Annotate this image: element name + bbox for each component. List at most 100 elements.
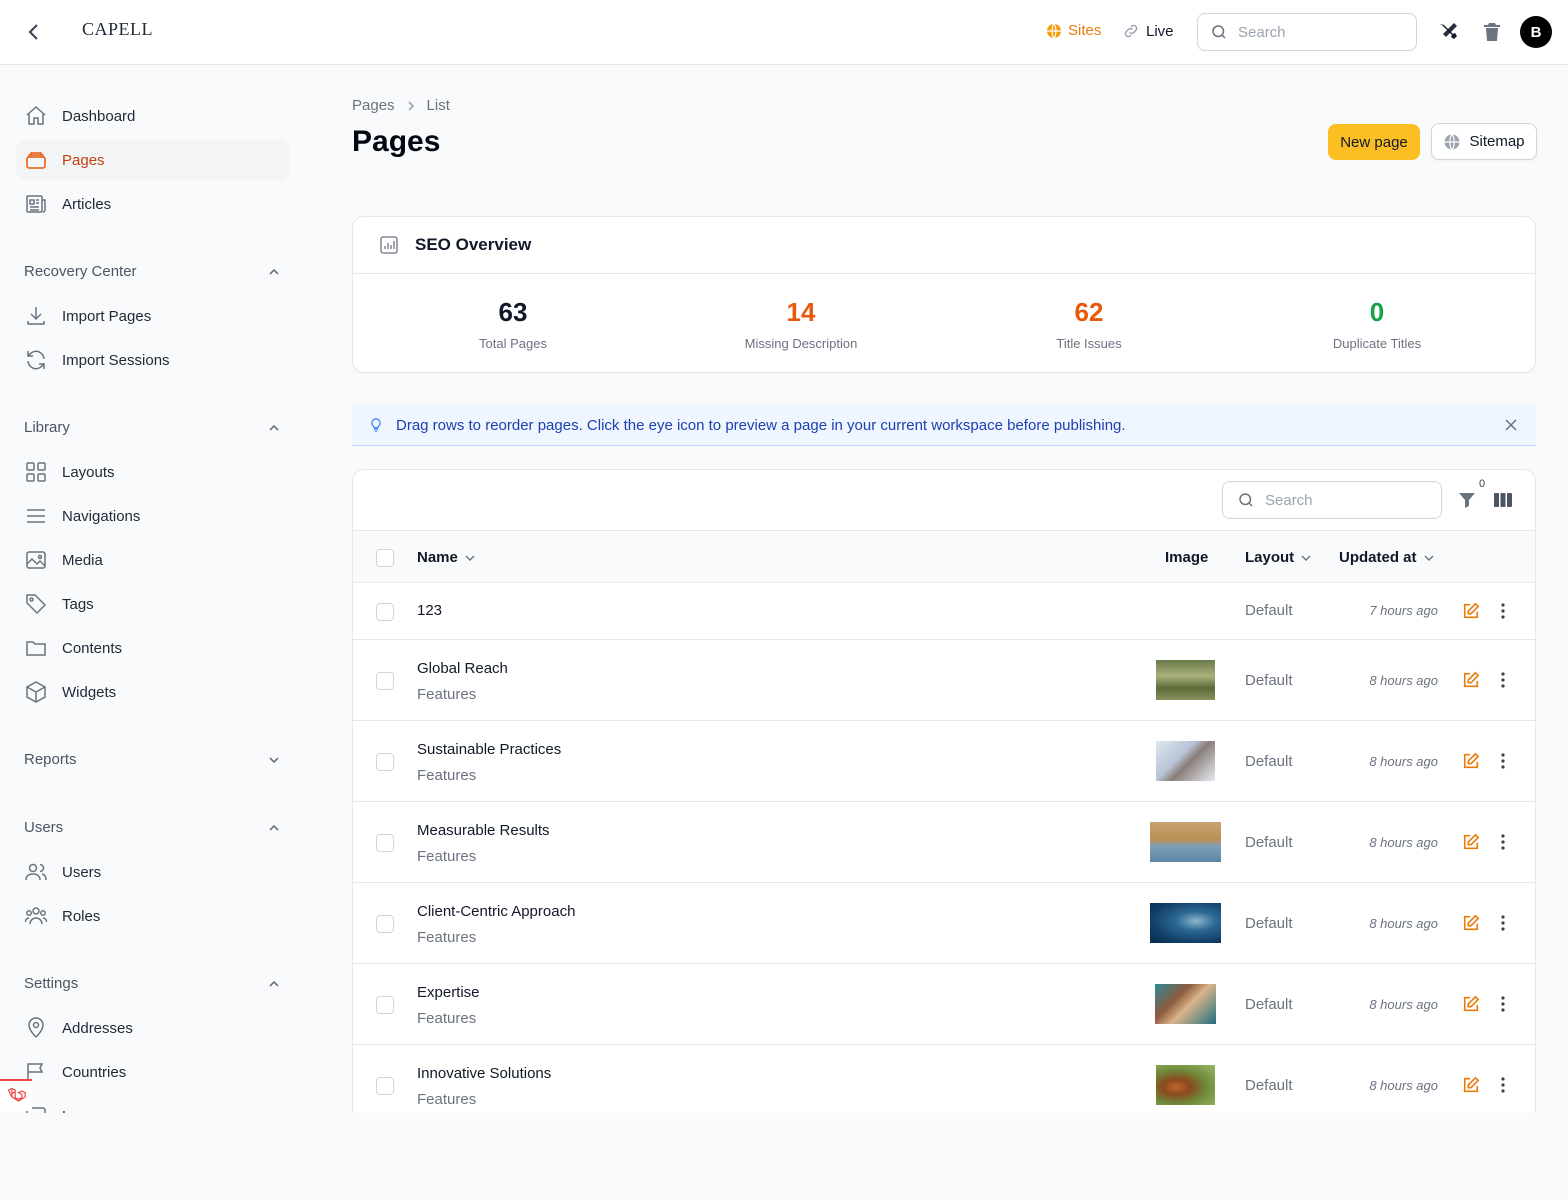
sidebar-item-tags[interactable]: Tags [16, 584, 289, 624]
page-name[interactable]: Client-Centric Approach [417, 903, 575, 920]
row-checkbox[interactable] [376, 915, 394, 933]
row-checkbox[interactable] [376, 753, 394, 771]
group-users[interactable]: Users [24, 819, 281, 836]
group-settings[interactable]: Settings [24, 975, 281, 992]
live-label: Live [1146, 22, 1174, 40]
page-name[interactable]: 123 [417, 602, 442, 619]
stat-missing-description: 14 Missing Description [657, 297, 945, 351]
app-logo[interactable]: CAPELL [82, 19, 153, 40]
sidebar-item-navigations[interactable]: Navigations [16, 496, 289, 536]
table-row[interactable]: Client-Centric Approach Features Default… [353, 883, 1535, 964]
page-layout: Default [1245, 602, 1293, 619]
seo-title: SEO Overview [415, 235, 532, 254]
back-arrow-icon[interactable] [22, 20, 46, 44]
group-library[interactable]: Library [24, 419, 281, 436]
page-name[interactable]: Expertise [417, 984, 480, 1001]
sidebar-item-media[interactable]: Media [16, 540, 289, 580]
page-name[interactable]: Sustainable Practices [417, 741, 561, 758]
global-search-input[interactable] [1238, 23, 1388, 41]
group-recovery-center[interactable]: Recovery Center [24, 263, 281, 280]
table-search[interactable] [1222, 481, 1442, 519]
edit-icon[interactable] [1462, 752, 1480, 770]
page-type: Features [417, 767, 477, 784]
filter-icon[interactable] [1457, 490, 1477, 510]
edit-icon[interactable] [1462, 833, 1480, 851]
new-page-button[interactable]: New page [1328, 124, 1420, 160]
column-updated-at[interactable]: Updated at [1339, 549, 1435, 566]
stat-duplicate-titles: 0 Duplicate Titles [1233, 297, 1521, 351]
sites-link[interactable]: Sites [1046, 22, 1101, 39]
more-vertical-icon[interactable] [1494, 914, 1512, 932]
row-checkbox[interactable] [376, 1077, 394, 1095]
edit-icon[interactable] [1462, 995, 1480, 1013]
table-row[interactable]: Global Reach Features Default 8 hours ag… [353, 640, 1535, 721]
select-all-checkbox[interactable] [376, 549, 394, 567]
page-title: Pages [352, 125, 441, 158]
edit-icon[interactable] [1462, 1076, 1480, 1094]
breadcrumb-pages[interactable]: Pages [352, 97, 395, 114]
row-checkbox[interactable] [376, 672, 394, 690]
more-vertical-icon[interactable] [1494, 671, 1512, 689]
folder-icon [26, 641, 46, 656]
sidebar-item-label: Roles [62, 907, 101, 925]
page-name[interactable]: Measurable Results [417, 822, 550, 839]
stat-label: Duplicate Titles [1332, 336, 1422, 351]
columns-icon[interactable] [1493, 490, 1513, 510]
page-name[interactable]: Innovative Solutions [417, 1065, 551, 1082]
row-checkbox[interactable] [376, 996, 394, 1014]
page-layout: Default [1245, 834, 1293, 851]
sitemap-button[interactable]: Sitemap [1431, 123, 1537, 160]
sidebar: Dashboard Pages Articles Recovery Center… [0, 65, 305, 1113]
more-vertical-icon[interactable] [1494, 833, 1512, 851]
page-updated: 8 hours ago [1369, 997, 1438, 1012]
table-row[interactable]: Sustainable Practices Features Default 8… [353, 721, 1535, 802]
group-reports[interactable]: Reports [24, 751, 281, 768]
sidebar-item-import-sessions[interactable]: Import Sessions [16, 340, 289, 380]
page-updated: 7 hours ago [1369, 603, 1438, 618]
sidebar-item-addresses[interactable]: Addresses [16, 1008, 289, 1048]
sidebar-item-pages[interactable]: Pages [16, 140, 289, 180]
tools-icon[interactable] [1436, 20, 1460, 44]
stat-label: Total Pages [479, 336, 547, 351]
sidebar-item-label: Import Sessions [62, 351, 170, 369]
sidebar-item-languages[interactable]: L [16, 1096, 289, 1113]
tag-icon [26, 594, 47, 615]
group-title: Settings [24, 975, 79, 992]
edit-icon[interactable] [1462, 914, 1480, 932]
more-vertical-icon[interactable] [1494, 602, 1512, 620]
row-checkbox[interactable] [376, 603, 394, 621]
page-name[interactable]: Global Reach [417, 660, 508, 677]
sidebar-item-widgets[interactable]: Widgets [16, 672, 289, 712]
column-name[interactable]: Name [417, 549, 476, 566]
sidebar-item-roles[interactable]: Roles [16, 896, 289, 936]
more-vertical-icon[interactable] [1494, 995, 1512, 1013]
column-image: Image [1165, 549, 1208, 566]
sidebar-item-contents[interactable]: Contents [16, 628, 289, 668]
debugbar-toggle[interactable] [0, 1079, 32, 1111]
sidebar-item-layouts[interactable]: Layouts [16, 452, 289, 492]
page-type: Features [417, 1091, 477, 1108]
sidebar-item-import-pages[interactable]: Import Pages [16, 296, 289, 336]
table-row[interactable]: 123 Default 7 hours ago [353, 583, 1535, 640]
trash-icon[interactable] [1480, 20, 1504, 44]
sidebar-item-users[interactable]: Users [16, 852, 289, 892]
sidebar-item-dashboard[interactable]: Dashboard [16, 96, 289, 136]
edit-icon[interactable] [1462, 602, 1480, 620]
global-search[interactable] [1197, 13, 1417, 51]
sidebar-item-countries[interactable]: Countries [16, 1052, 289, 1092]
table-row[interactable]: Measurable Results Features Default 8 ho… [353, 802, 1535, 883]
more-vertical-icon[interactable] [1494, 752, 1512, 770]
filter-count-badge: 0 [1479, 478, 1486, 490]
table-header: Name Image Layout Updated at [353, 530, 1535, 583]
live-link[interactable]: Live [1122, 22, 1174, 40]
row-checkbox[interactable] [376, 834, 394, 852]
edit-icon[interactable] [1462, 671, 1480, 689]
group-title: Users [24, 819, 64, 836]
more-vertical-icon[interactable] [1494, 1076, 1512, 1094]
close-icon[interactable] [1504, 418, 1518, 432]
sidebar-item-articles[interactable]: Articles [16, 184, 289, 224]
user-avatar[interactable]: B [1520, 16, 1552, 48]
table-search-input[interactable] [1265, 491, 1415, 509]
column-layout[interactable]: Layout [1245, 549, 1312, 566]
table-row[interactable]: Expertise Features Default 8 hours ago [353, 964, 1535, 1045]
